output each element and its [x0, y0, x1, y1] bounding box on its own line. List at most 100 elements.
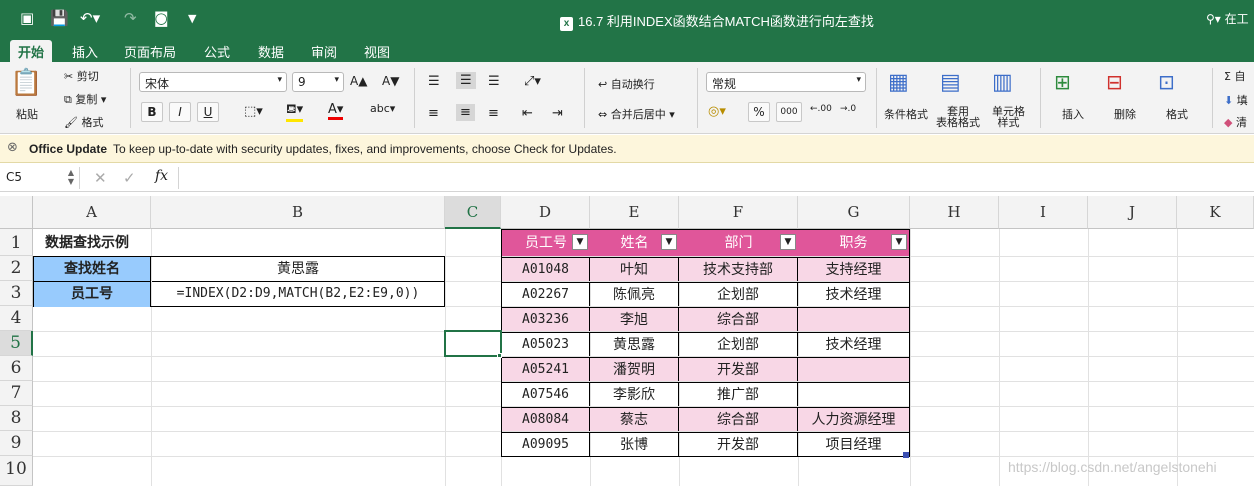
stepper-icon[interactable]: ▲ ▼ — [68, 168, 74, 186]
table-cell-name[interactable]: 李旭 — [590, 307, 679, 331]
column-header-e[interactable]: E — [590, 196, 679, 229]
align-middle-icon[interactable]: ☰ — [456, 72, 476, 89]
paste-icon[interactable]: 📋 — [10, 68, 42, 98]
table-cell-title[interactable]: 技术经理 — [798, 332, 909, 356]
autosum-button[interactable]: Σ 自 — [1224, 68, 1245, 84]
cell-style-button[interactable]: 单元格 样式 — [992, 106, 1025, 128]
cell-a2[interactable]: 查找姓名 — [34, 257, 151, 282]
cell-a3[interactable]: 员工号 — [34, 282, 151, 307]
row-header-8[interactable]: 8 — [0, 406, 33, 431]
table-cell-dept[interactable]: 企划部 — [679, 282, 798, 306]
column-header-c[interactable]: C — [445, 196, 501, 229]
font-size-select[interactable]: 9 ▾ — [292, 72, 344, 92]
tab-view[interactable]: 视图 — [364, 42, 390, 61]
clear-button[interactable]: ◆ 清 — [1224, 114, 1247, 130]
table-header-name[interactable]: 姓名 ▼ — [590, 230, 679, 256]
table-cell-name[interactable]: 张博 — [590, 432, 679, 456]
table-cell-dept[interactable]: 综合部 — [679, 307, 798, 331]
percent-button[interactable]: % — [748, 102, 770, 122]
table-cell-id[interactable]: A03236 — [502, 307, 590, 331]
dismiss-icon[interactable]: ⊗ — [7, 140, 18, 155]
table-cell-title[interactable]: 人力资源经理 — [798, 407, 909, 431]
currency-icon[interactable]: ◎▾ — [708, 104, 726, 119]
increase-font-icon[interactable]: A▲ — [350, 74, 367, 88]
italic-button[interactable]: I — [169, 102, 191, 122]
fill-handle[interactable] — [497, 353, 502, 358]
table-cell-title[interactable] — [798, 357, 909, 381]
redo-icon[interactable]: ↷ — [124, 9, 137, 27]
row-header-10[interactable]: 10 — [0, 456, 33, 486]
table-cell-dept[interactable]: 综合部 — [679, 407, 798, 431]
column-header-g[interactable]: G — [798, 196, 910, 229]
table-cell-id[interactable]: A02267 — [502, 282, 590, 306]
fill-button[interactable]: ⬇ 填 — [1224, 92, 1248, 108]
table-header-id[interactable]: 员工号 ▼ — [502, 230, 590, 256]
copy-button[interactable]: ⧉ 复制 ▾ — [64, 91, 106, 107]
align-center-icon[interactable]: ≡ — [456, 104, 475, 121]
fill-color-icon[interactable]: ⛾▾ — [286, 102, 304, 122]
thousands-button[interactable]: 000 — [776, 102, 802, 122]
column-header-d[interactable]: D — [501, 196, 590, 229]
table-cell-title[interactable]: 技术经理 — [798, 282, 909, 306]
table-cell-name[interactable]: 陈佩亮 — [590, 282, 679, 306]
table-header-title[interactable]: 职务 ▼ — [798, 230, 909, 256]
table-cell-dept[interactable]: 开发部 — [679, 432, 798, 456]
cell-b3[interactable]: =INDEX(D2:D9,MATCH(B2,E2:E9,0)) — [152, 282, 444, 307]
column-header-b[interactable]: B — [151, 196, 445, 229]
row-header-9[interactable]: 9 — [0, 431, 33, 456]
undo-icon[interactable]: ↶▾ — [80, 9, 100, 27]
cancel-icon[interactable]: ✕ — [94, 169, 107, 187]
wrap-text-button[interactable]: ↩ 自动换行 — [598, 76, 655, 92]
font-color-icon[interactable]: A▾ — [328, 102, 344, 120]
table-cell-id[interactable]: A07546 — [502, 382, 590, 406]
increase-indent-icon[interactable]: ⇥ — [552, 106, 563, 121]
table-cell-name[interactable]: 叶知 — [590, 257, 679, 281]
table-cell-id[interactable]: A08084 — [502, 407, 590, 431]
table-format-icon[interactable]: ▤ — [940, 70, 961, 95]
paste-button[interactable]: 粘贴 — [16, 106, 38, 122]
table-cell-dept[interactable]: 技术支持部 — [679, 257, 798, 281]
sidebar-toggle-icon[interactable]: ▣ — [20, 9, 34, 27]
tab-formulas[interactable]: 公式 — [204, 42, 230, 61]
row-header-6[interactable]: 6 — [0, 356, 33, 381]
spreadsheet-grid[interactable]: A B C D E F G H I J K 1 2 3 4 5 6 7 8 9 … — [0, 196, 1254, 486]
increase-decimal-button[interactable]: ←.00 — [810, 104, 832, 114]
row-header-7[interactable]: 7 — [0, 381, 33, 406]
number-format-select[interactable]: 常规 ▾ — [706, 72, 866, 92]
tab-data[interactable]: 数据 — [258, 42, 284, 61]
decrease-decimal-button[interactable]: →.0 — [840, 104, 856, 114]
tab-page-layout[interactable]: 页面布局 — [124, 42, 176, 61]
align-top-icon[interactable]: ☰ — [428, 74, 440, 89]
delete-cells-button[interactable]: 删除 — [1114, 106, 1136, 122]
borders-icon[interactable]: ⬚▾ — [244, 104, 263, 119]
format-cells-icon[interactable]: ⊡ — [1158, 70, 1175, 94]
formula-input[interactable] — [178, 167, 1248, 189]
column-header-a[interactable]: A — [33, 196, 151, 229]
table-cell-id[interactable]: A05023 — [502, 332, 590, 356]
select-all-corner[interactable] — [0, 196, 33, 229]
orientation-icon[interactable]: ⤢▾ — [524, 74, 541, 89]
table-cell-name[interactable]: 潘贺明 — [590, 357, 679, 381]
cell-style-icon[interactable]: ▥ — [992, 70, 1013, 95]
table-cell-name[interactable]: 黄思露 — [590, 332, 679, 356]
decrease-indent-icon[interactable]: ⇤ — [522, 106, 533, 121]
save-icon[interactable]: 💾 — [50, 9, 69, 27]
filter-dropdown-icon[interactable]: ▼ — [780, 234, 796, 250]
cut-button[interactable]: ✂ 剪切 — [64, 68, 99, 84]
row-header-1[interactable]: 1 — [0, 229, 33, 256]
tab-home[interactable]: 开始 — [10, 40, 53, 62]
column-header-j[interactable]: J — [1088, 196, 1177, 229]
table-cell-dept[interactable]: 企划部 — [679, 332, 798, 356]
conditional-format-icon[interactable]: ▦ — [888, 70, 909, 95]
table-cell-dept[interactable]: 推广部 — [679, 382, 798, 406]
search-box[interactable]: ⚲▾ 在工 — [1206, 10, 1254, 29]
table-cell-title[interactable]: 支持经理 — [798, 257, 909, 281]
underline-button[interactable]: U — [197, 102, 219, 122]
table-cell-dept[interactable]: 开发部 — [679, 357, 798, 381]
table-resize-handle[interactable] — [903, 452, 909, 458]
row-header-5[interactable]: 5 — [0, 331, 33, 356]
column-header-i[interactable]: I — [999, 196, 1088, 229]
table-cell-name[interactable]: 蔡志 — [590, 407, 679, 431]
insert-cells-icon[interactable]: ⊞ — [1054, 70, 1071, 94]
insert-cells-button[interactable]: 插入 — [1062, 106, 1084, 122]
